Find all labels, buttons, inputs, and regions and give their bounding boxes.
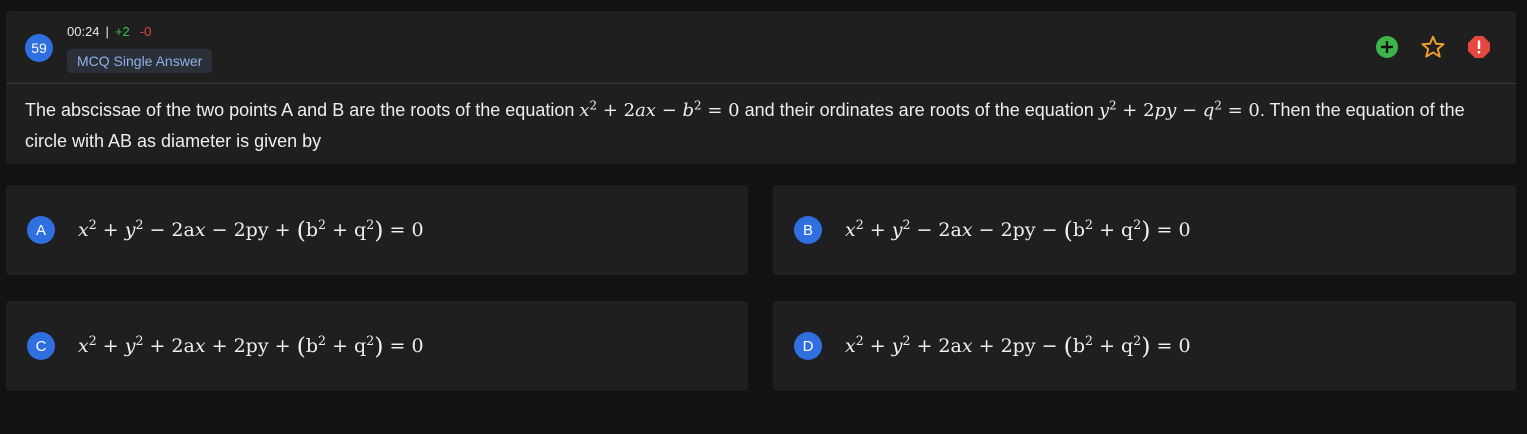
marks-positive: +2 — [114, 24, 130, 39]
question-text: The abscissae of the two points A and B … — [25, 95, 1505, 156]
question-text-part1: The abscissae of the two points A and B … — [25, 100, 580, 120]
question-meta: 00:24 | +2 -0 — [67, 24, 151, 39]
option-c[interactable]: C x2 + y2 + 2ax + 2py + (b2 + q2) = 0 — [6, 301, 748, 391]
question-card: 59 00:24 | +2 -0 MCQ Single Answer The a… — [6, 11, 1516, 164]
option-b[interactable]: B x2 + y2 − 2ax − 2py − (b2 + q2) = 0 — [773, 185, 1516, 275]
option-text: x2 + y2 − 2ax − 2py − (b2 + q2) = 0 — [845, 216, 1191, 244]
question-actions — [1374, 34, 1492, 60]
option-text: x2 + y2 − 2ax − 2py + (b2 + q2) = 0 — [78, 216, 424, 244]
question-type-badge: MCQ Single Answer — [67, 49, 213, 73]
option-text: x2 + y2 + 2ax + 2py + (b2 + q2) = 0 — [78, 332, 424, 360]
plus-circle-icon[interactable] — [1374, 34, 1400, 60]
equation-2: y2 + 2py − q2 = 0 — [1098, 98, 1260, 121]
question-number-badge: 59 — [25, 34, 53, 62]
equation-1: x2 + 2ax − b2 = 0 — [579, 98, 740, 121]
timer: 00:24 — [67, 24, 100, 39]
option-a[interactable]: A x2 + y2 − 2ax − 2py + (b2 + q2) = 0 — [6, 185, 748, 275]
option-d[interactable]: D x2 + y2 + 2ax + 2py − (b2 + q2) = 0 — [773, 301, 1516, 391]
option-letter-badge: B — [794, 216, 822, 244]
option-letter-badge: A — [27, 216, 55, 244]
star-icon[interactable] — [1420, 34, 1446, 60]
question-header: 59 00:24 | +2 -0 MCQ Single Answer — [6, 11, 1516, 84]
marks-negative: -0 — [139, 24, 152, 39]
option-text: x2 + y2 + 2ax + 2py − (b2 + q2) = 0 — [845, 332, 1191, 360]
option-letter-badge: C — [27, 332, 55, 360]
meta-separator: | — [105, 24, 109, 39]
option-letter-badge: D — [794, 332, 822, 360]
alert-icon[interactable] — [1466, 34, 1492, 60]
question-text-part2: and their ordinates are roots of the equ… — [739, 100, 1099, 120]
